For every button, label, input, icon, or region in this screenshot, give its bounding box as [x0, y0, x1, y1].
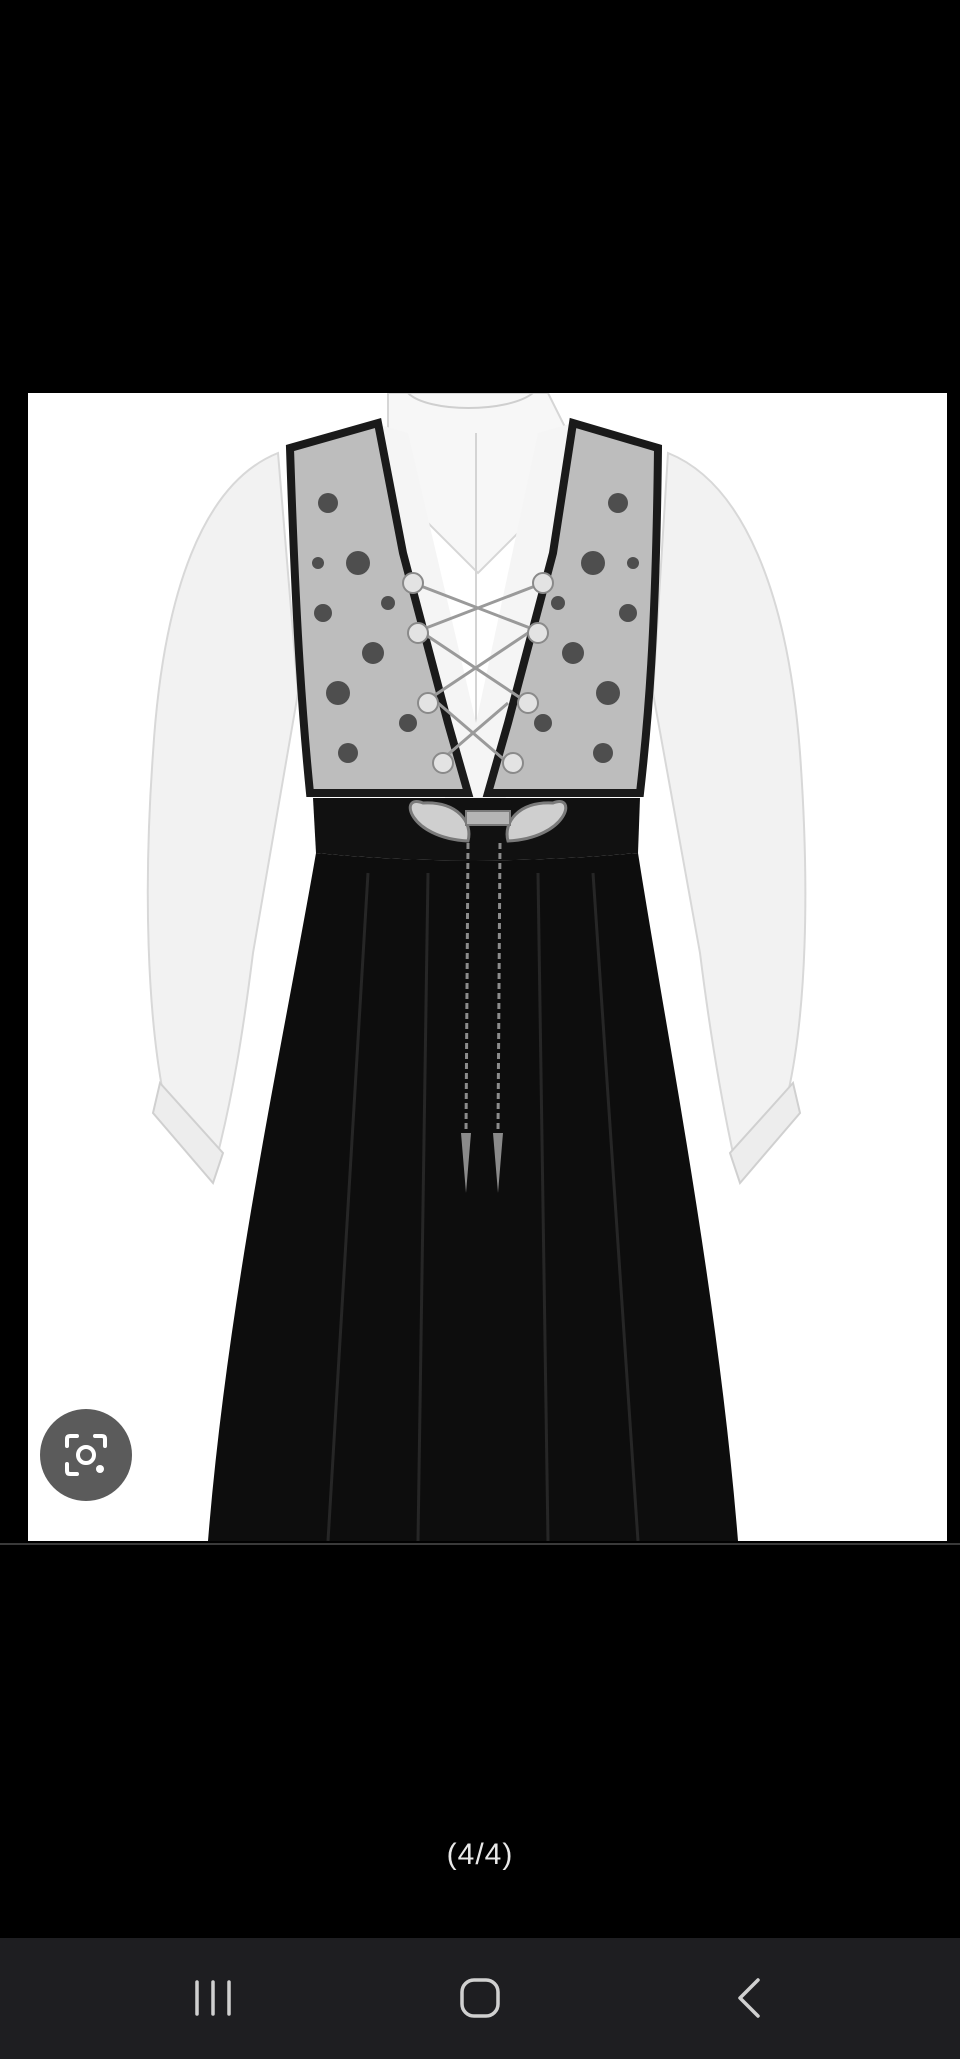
back-icon: [738, 1978, 760, 2018]
back-button[interactable]: [690, 1958, 810, 2038]
system-navigation-bar: [0, 1938, 960, 2059]
page-counter: (4/4): [446, 1838, 514, 1871]
home-button[interactable]: [420, 1958, 540, 2038]
costume-illustration: [28, 393, 947, 1541]
lens-search-icon: [65, 1434, 107, 1476]
home-icon: [460, 1978, 500, 2018]
image-frame-divider: [0, 1543, 960, 1545]
image-viewer[interactable]: (4/4): [0, 0, 960, 1938]
product-image[interactable]: [28, 393, 947, 1541]
lens-search-button[interactable]: [40, 1409, 132, 1501]
recent-apps-icon: [195, 1980, 231, 2016]
recent-apps-button[interactable]: [153, 1958, 273, 2038]
